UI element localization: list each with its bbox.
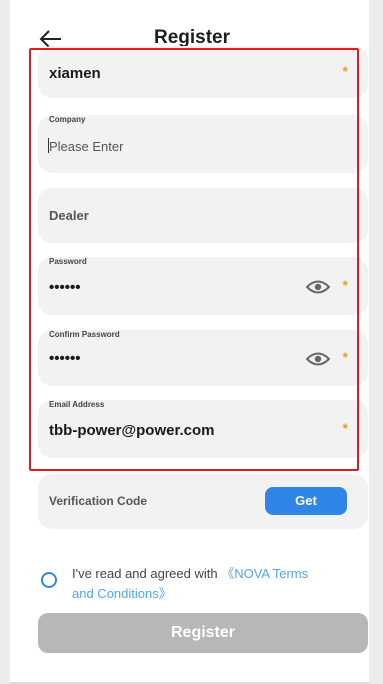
verification-label: Verification Code	[49, 494, 148, 508]
agreement-row: I've read and agreed with 《NOVA Terms an…	[40, 564, 340, 604]
highlight-box	[29, 48, 359, 471]
left-edge	[0, 0, 10, 684]
radio-icon[interactable]	[41, 572, 57, 588]
right-edge	[369, 0, 383, 684]
register-button[interactable]: Register	[38, 613, 368, 653]
agreement-text: I've read and agreed with 《NOVA Terms an…	[72, 564, 312, 604]
verification-field[interactable]: Verification Code Get	[38, 474, 368, 529]
agreement-prefix: I've read and agreed with	[72, 566, 222, 581]
get-code-button[interactable]: Get	[265, 487, 347, 515]
